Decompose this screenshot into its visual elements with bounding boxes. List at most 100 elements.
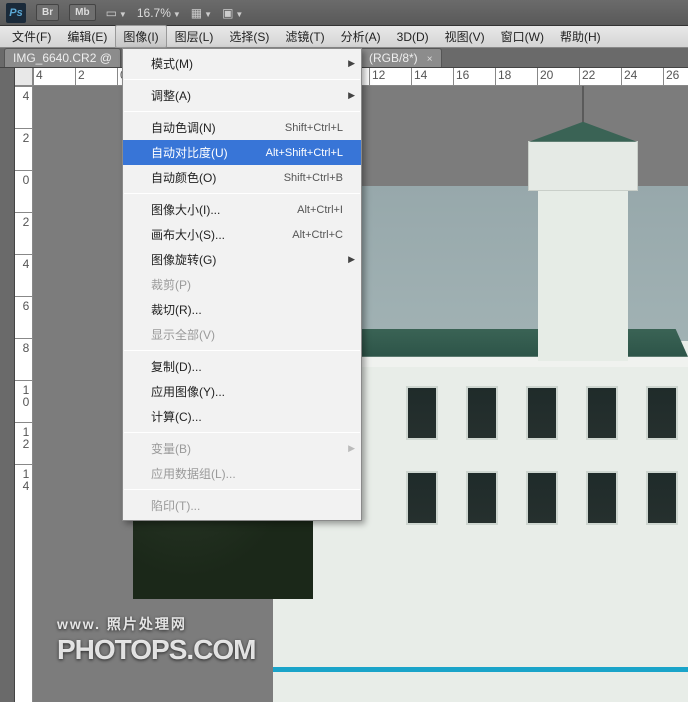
menuitem-apply-image-label: 应用图像(Y)... — [151, 383, 225, 400]
menuitem-auto-color-label: 自动颜色(O) — [151, 169, 216, 186]
toolbox[interactable] — [0, 68, 15, 702]
menuitem-image-rotate-label: 图像旋转(G) — [151, 251, 216, 268]
ruler-tick: 4 — [15, 86, 33, 126]
menuitem-adjustments[interactable]: 调整(A) ▶ — [123, 83, 361, 108]
screen-mode-icon[interactable]: ▭▼ — [106, 6, 127, 20]
ruler-tick: 20 — [537, 68, 577, 86]
menuitem-calculations-label: 计算(C)... — [151, 408, 202, 425]
menu-file[interactable]: 文件(F) — [4, 25, 59, 48]
menu-separator — [124, 193, 360, 194]
submenu-arrow-icon: ▶ — [348, 58, 355, 69]
ruler-tick: 4 — [33, 68, 73, 86]
menuitem-variables-label: 变量(B) — [151, 440, 191, 457]
menuitem-mode-label: 模式(M) — [151, 55, 193, 72]
menu-help[interactable]: 帮助(H) — [552, 25, 609, 48]
menuitem-auto-contrast-shortcut: Alt+Shift+Ctrl+L — [266, 147, 343, 159]
minibridge-button[interactable]: Mb — [69, 4, 95, 21]
watermark: www. 照片处理网 PHOTOPS.COM — [57, 614, 256, 666]
menuitem-crop-label: 裁剪(P) — [151, 276, 191, 293]
ruler-tick: 4 — [15, 254, 33, 294]
menu-window[interactable]: 窗口(W) — [493, 25, 552, 48]
bridge-button[interactable]: Br — [36, 4, 59, 21]
menuitem-auto-contrast[interactable]: 自动对比度(U) Alt+Shift+Ctrl+L — [123, 140, 361, 165]
ruler-tick: 12 — [369, 68, 409, 86]
menu-layer[interactable]: 图层(L) — [167, 25, 222, 48]
ruler-tick: 22 — [579, 68, 619, 86]
menuitem-apply-image[interactable]: 应用图像(Y)... — [123, 379, 361, 404]
ruler-corner — [15, 68, 33, 86]
menu-select[interactable]: 选择(S) — [221, 25, 277, 48]
ruler-tick: 24 — [621, 68, 661, 86]
ps-logo-icon: Ps — [6, 3, 26, 23]
menuitem-mode[interactable]: 模式(M) ▶ — [123, 51, 361, 76]
ruler-tick: 8 — [15, 338, 33, 378]
menu-separator — [124, 489, 360, 490]
menuitem-auto-color[interactable]: 自动颜色(O) Shift+Ctrl+B — [123, 165, 361, 190]
menuitem-trim[interactable]: 裁切(R)... — [123, 297, 361, 322]
menu-separator — [124, 432, 360, 433]
ruler-tick: 2 — [15, 212, 33, 252]
menuitem-trap-label: 陷印(T)... — [151, 497, 200, 514]
ruler-tick: 2 — [75, 68, 115, 86]
menu-analysis[interactable]: 分析(A) — [333, 25, 389, 48]
menuitem-image-size-shortcut: Alt+Ctrl+I — [297, 204, 343, 216]
menuitem-trap: 陷印(T)... — [123, 493, 361, 518]
document-tab-1[interactable]: IMG_6640.CR2 @ — [4, 48, 121, 67]
menuitem-canvas-size-shortcut: Alt+Ctrl+C — [292, 229, 343, 241]
menuitem-auto-tone-label: 自动色调(N) — [151, 119, 216, 136]
ruler-tick: 26 — [663, 68, 688, 86]
arrange-docs-icon[interactable]: ▦▼ — [191, 6, 212, 20]
ruler-tick: 18 — [495, 68, 535, 86]
menuitem-auto-tone[interactable]: 自动色调(N) Shift+Ctrl+L — [123, 115, 361, 140]
ruler-tick: 6 — [15, 296, 33, 336]
screen-mode2-icon[interactable]: ▣▼ — [222, 6, 243, 20]
menuitem-reveal-all: 显示全部(V) — [123, 322, 361, 347]
ruler-tick: 2 — [15, 128, 33, 168]
menuitem-canvas-size[interactable]: 画布大小(S)... Alt+Ctrl+C — [123, 222, 361, 247]
menu-bar: 文件(F) 编辑(E) 图像(I) 图层(L) 选择(S) 滤镜(T) 分析(A… — [0, 26, 688, 48]
menu-3d[interactable]: 3D(D) — [389, 27, 437, 47]
menuitem-image-rotate[interactable]: 图像旋转(G) ▶ — [123, 247, 361, 272]
menu-filter[interactable]: 滤镜(T) — [277, 25, 332, 48]
menu-view[interactable]: 视图(V) — [437, 25, 493, 48]
menu-separator — [124, 350, 360, 351]
submenu-arrow-icon: ▶ — [348, 254, 355, 265]
document-tab-2[interactable]: (RGB/8*) × — [360, 48, 442, 67]
menuitem-calculations[interactable]: 计算(C)... — [123, 404, 361, 429]
menuitem-variables: 变量(B) ▶ — [123, 436, 361, 461]
menu-separator — [124, 111, 360, 112]
menuitem-auto-tone-shortcut: Shift+Ctrl+L — [285, 122, 343, 134]
title-bar: Ps Br Mb ▭▼ 16.7%▼ ▦▼ ▣▼ — [0, 0, 688, 26]
document-tab-1-label: IMG_6640.CR2 @ — [13, 51, 112, 65]
menuitem-adjustments-label: 调整(A) — [151, 87, 191, 104]
ruler-tick: 12 — [15, 422, 33, 462]
menu-separator — [124, 79, 360, 80]
menu-edit[interactable]: 编辑(E) — [59, 25, 115, 48]
ruler-tick: 16 — [453, 68, 493, 86]
watermark-top: www. 照片处理网 — [57, 614, 256, 634]
close-icon[interactable]: × — [427, 54, 433, 65]
submenu-arrow-icon: ▶ — [348, 443, 355, 454]
menuitem-auto-contrast-label: 自动对比度(U) — [151, 144, 228, 161]
menuitem-duplicate[interactable]: 复制(D)... — [123, 354, 361, 379]
menuitem-image-size[interactable]: 图像大小(I)... Alt+Ctrl+I — [123, 197, 361, 222]
menuitem-reveal-all-label: 显示全部(V) — [151, 326, 215, 343]
zoom-level[interactable]: 16.7%▼ — [137, 6, 181, 20]
menuitem-trim-label: 裁切(R)... — [151, 301, 202, 318]
ruler-tick: 10 — [15, 380, 33, 420]
menuitem-crop: 裁剪(P) — [123, 272, 361, 297]
menuitem-image-size-label: 图像大小(I)... — [151, 201, 220, 218]
menuitem-apply-dataset-label: 应用数据组(L)... — [151, 465, 236, 482]
menuitem-canvas-size-label: 画布大小(S)... — [151, 226, 225, 243]
ruler-tick: 14 — [411, 68, 451, 86]
ruler-tick: 0 — [15, 170, 33, 210]
image-dropdown-menu: 模式(M) ▶ 调整(A) ▶ 自动色调(N) Shift+Ctrl+L 自动对… — [122, 48, 362, 521]
menuitem-duplicate-label: 复制(D)... — [151, 358, 202, 375]
menuitem-auto-color-shortcut: Shift+Ctrl+B — [284, 172, 343, 184]
document-tab-2-suffix: (RGB/8*) — [369, 51, 418, 65]
submenu-arrow-icon: ▶ — [348, 90, 355, 101]
menu-image[interactable]: 图像(I) — [115, 25, 166, 48]
ruler-vertical[interactable]: 4202468101214 — [15, 86, 33, 702]
ruler-tick: 14 — [15, 464, 33, 504]
menuitem-apply-dataset: 应用数据组(L)... — [123, 461, 361, 486]
